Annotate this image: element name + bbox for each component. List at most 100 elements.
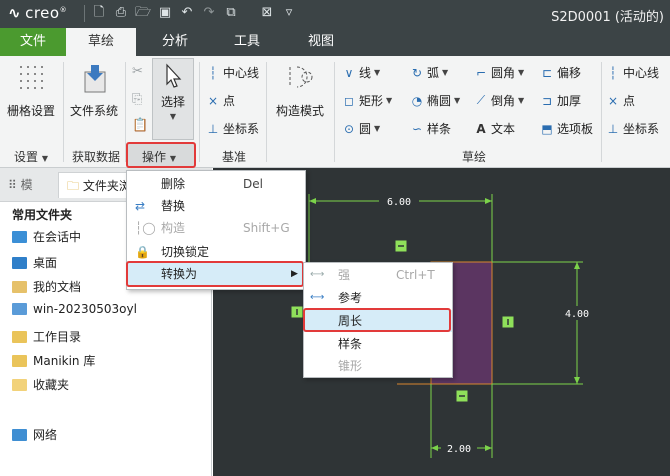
offset-button[interactable]: ⊏ 偏移 <box>540 64 581 81</box>
ellipse-button[interactable]: ◔ 椭圆 ▼ <box>410 92 460 109</box>
perimeter-callout-box <box>303 308 451 332</box>
copy-icon[interactable]: ⎘ <box>132 92 142 107</box>
group-datum-label: 基准 <box>222 150 247 164</box>
reference-dimension-icon: ⟷ <box>310 292 325 303</box>
centerline-icon: ┆ <box>609 65 617 80</box>
regenerate-icon[interactable]: ⧉ <box>222 4 240 22</box>
tab-view[interactable]: 视图 <box>292 28 350 56</box>
construct-mode-icon <box>289 66 313 88</box>
palette-button[interactable]: ⬒ 选项板 <box>540 120 593 137</box>
submenu-item-taper[interactable]: 锥形 <box>304 355 452 377</box>
redo-icon[interactable]: ↷ <box>200 4 218 22</box>
tab-sketch[interactable]: 草绘 <box>66 28 136 56</box>
strong-dimension-icon: ⟷ <box>310 269 325 280</box>
sketch-coordsys-button[interactable]: ⊥ 坐标系 <box>606 120 659 137</box>
convert-to-callout-box <box>126 261 304 287</box>
folder-icon: 🗀 <box>67 179 80 193</box>
ribbon: 栅格设置 设置 ▼ 文件系统 获取数据 ✂ ⎘ 📋 选择 ▼ 操作 ▼ ┆ 中心线… <box>0 56 670 168</box>
folder-favorites[interactable]: 收藏夹 <box>12 376 69 393</box>
thicken-button[interactable]: ⊐ 加厚 <box>540 92 581 109</box>
tab-tools[interactable]: 工具 <box>218 28 276 56</box>
new-file-icon[interactable]: 🗋 <box>90 4 108 22</box>
window-title: S2D0001 (活动的) <box>551 10 664 25</box>
sketch-point-button[interactable]: × 点 <box>606 92 635 109</box>
line-button[interactable]: ∨ 线 ▼ <box>342 64 381 81</box>
common-folders-heading: 常用文件夹 <box>12 208 73 222</box>
ribbon-tabs: 文件 草绘 分析 工具 视图 <box>0 28 670 56</box>
tab-analysis[interactable]: 分析 <box>146 28 204 56</box>
folder-desktop[interactable]: 桌面 <box>12 254 57 271</box>
submenu-item-strong[interactable]: ⟷ 强 Ctrl+T <box>304 264 452 286</box>
submenu-item-spline[interactable]: 样条 <box>304 333 452 355</box>
menu-item-construct[interactable]: ┆◯ 构造 Shift+G <box>127 217 305 239</box>
monitor-icon <box>12 230 27 243</box>
qat-separator <box>84 5 85 22</box>
line-icon: ∨ <box>344 65 354 80</box>
offset-icon: ⊏ <box>541 65 553 80</box>
folder-in-session[interactable]: 在会话中 <box>12 228 81 245</box>
computer-icon <box>12 303 27 315</box>
thicken-icon: ⊐ <box>541 93 553 108</box>
text-button[interactable]: A 文本 <box>474 120 515 137</box>
text-icon: A <box>476 121 486 136</box>
datum-centerline-button[interactable]: ┆ 中心线 <box>206 64 259 81</box>
circle-button[interactable]: ⊙ 圆 ▼ <box>342 120 380 137</box>
save-icon[interactable]: ▣ <box>156 4 174 22</box>
rectangle-button[interactable]: ◻ 矩形 ▼ <box>342 92 392 109</box>
point-icon: × <box>607 93 619 108</box>
submenu-item-reference[interactable]: ⟷ 参考 <box>304 287 452 309</box>
spline-icon: ∽ <box>411 121 423 136</box>
centerline-icon: ┆ <box>209 65 217 80</box>
replace-icon: ⇄ <box>135 199 146 213</box>
tab-model-tree[interactable]: ⠿ 模 <box>8 176 33 193</box>
folder-working-directory[interactable]: 工作目录 <box>12 328 81 345</box>
sketch-centerline-button[interactable]: ┆ 中心线 <box>606 64 659 81</box>
select-button[interactable]: 选择 ▼ <box>152 58 194 140</box>
folder-manikin-library[interactable]: Manikin 库 <box>12 352 95 369</box>
grid-settings-button[interactable]: 栅格设置 <box>4 62 58 119</box>
library-folder-icon <box>12 354 27 367</box>
app-logo: ∿ creo® <box>8 4 68 22</box>
construct-icon: ┆◯ <box>135 221 156 235</box>
file-system-button[interactable]: 文件系统 <box>66 62 122 119</box>
chamfer-button[interactable]: ⟋ 倒角 ▼ <box>474 92 524 109</box>
dim-width-top[interactable]: 6.00 <box>387 197 411 208</box>
ellipse-icon: ◔ <box>411 93 423 108</box>
fillet-icon: ⌐ <box>475 65 487 80</box>
cut-icon[interactable]: ✂ <box>132 64 143 79</box>
title-bar: ∿ creo® 🗋 ⎙ 🗁 ▣ ↶ ↷ ⧉ ⊠ ▿ S2D0001 (活动的) <box>0 0 670 28</box>
close-window-icon[interactable]: ⊠ <box>258 4 276 22</box>
working-folder-icon <box>12 330 27 343</box>
fillet-button[interactable]: ⌐ 圆角 ▼ <box>474 64 524 81</box>
undo-icon[interactable]: ↶ <box>178 4 196 22</box>
arc-icon: ↻ <box>411 65 423 80</box>
spline-button[interactable]: ∽ 样条 <box>410 120 451 137</box>
tab-file[interactable]: 文件 <box>0 28 66 56</box>
folder-my-documents[interactable]: 我的文档 <box>12 278 81 295</box>
coordinate-system-icon: ⊥ <box>607 121 619 136</box>
folder-computer[interactable]: win-20230503oyl <box>12 302 137 316</box>
select-dropdown-icon: ▼ <box>169 112 177 121</box>
open-folder-icon[interactable]: 🗁 <box>134 4 152 22</box>
folder-network[interactable]: 网络 <box>12 426 57 443</box>
group-get-data-label: 获取数据 <box>72 150 121 164</box>
menu-item-toggle-lock[interactable]: 🔒 切换锁定 <box>127 241 305 263</box>
menu-item-replace[interactable]: ⇄ 替换 <box>127 195 305 217</box>
palette-icon: ⬒ <box>541 121 553 136</box>
construct-mode-button[interactable]: 构造模式 <box>270 62 330 119</box>
desktop-icon <box>12 256 27 269</box>
datum-coordsys-button[interactable]: ⊥ 坐标系 <box>206 120 259 137</box>
cursor-arrow-icon <box>166 63 182 88</box>
quick-access-toolbar: 🗋 ⎙ 🗁 ▣ ↶ ↷ ⧉ ⊠ ▿ <box>90 4 298 22</box>
customize-dropdown-icon[interactable]: ▿ <box>280 4 298 22</box>
dim-width-bottom[interactable]: 2.00 <box>447 444 471 455</box>
datum-point-button[interactable]: × 点 <box>206 92 235 109</box>
paste-icon[interactable]: 📋 <box>132 118 148 133</box>
creo-swirl-icon: ∿ <box>8 4 22 22</box>
dim-height-right[interactable]: 4.00 <box>565 309 589 320</box>
print-icon[interactable]: ⎙ <box>112 4 130 22</box>
arc-button[interactable]: ↻ 弧 ▼ <box>410 64 448 81</box>
point-icon: × <box>207 93 219 108</box>
menu-item-delete[interactable]: 删除 Del <box>127 173 305 195</box>
group-settings-label[interactable]: 设置 ▼ <box>14 148 48 165</box>
